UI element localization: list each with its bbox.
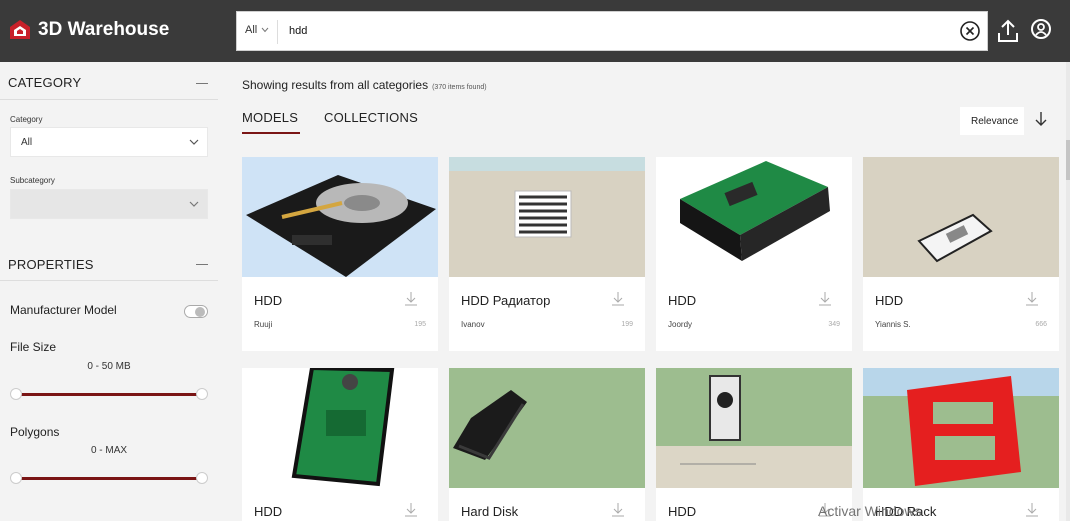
- results-summary: Showing results from all categories (370 …: [242, 78, 487, 92]
- sort-direction-arrow-icon[interactable]: [1034, 110, 1048, 128]
- download-icon[interactable]: [404, 291, 418, 307]
- model-author[interactable]: Ivanov: [461, 320, 485, 329]
- model-card[interactable]: HDD Rack: [863, 368, 1059, 521]
- model-thumbnail: [242, 368, 438, 488]
- scrollbar-thumb[interactable]: [1066, 140, 1070, 180]
- model-author[interactable]: Yiannis S.: [875, 320, 911, 329]
- page-scrollbar[interactable]: [1066, 62, 1070, 521]
- search-divider: [277, 20, 278, 44]
- model-card[interactable]: HDD Yiannis S. 666: [863, 157, 1059, 351]
- model-title[interactable]: Hard Disk: [461, 504, 518, 519]
- search-scope-value: All: [245, 24, 258, 36]
- polygons-slider-track[interactable]: [16, 477, 202, 480]
- app-name: 3D Warehouse: [38, 19, 170, 40]
- file-size-slider-track[interactable]: [16, 393, 202, 396]
- download-count: 666: [1035, 321, 1047, 328]
- subcategory-label: Subcategory: [10, 176, 55, 185]
- download-icon[interactable]: [611, 502, 625, 518]
- download-icon[interactable]: [1025, 502, 1039, 518]
- polygons-range: 0 - MAX: [90, 445, 128, 456]
- model-title[interactable]: HDD Радиатор: [461, 293, 550, 308]
- tab-models[interactable]: MODELS: [242, 110, 298, 125]
- file-size-range: 0 - 50 MB: [87, 361, 131, 372]
- model-card[interactable]: HDD Радиатор Ivanov 199: [449, 157, 645, 351]
- model-title[interactable]: HDD: [875, 293, 903, 308]
- manufacturer-model-label: Manufacturer Model: [10, 303, 117, 317]
- filter-sidebar: CATEGORY Category All Subcategory PROPER…: [0, 62, 218, 521]
- search-scope-dropdown[interactable]: All: [245, 24, 269, 36]
- download-count: 349: [828, 321, 840, 328]
- results-count: (370 items found): [432, 84, 487, 91]
- file-size-max-handle[interactable]: [196, 388, 208, 400]
- category-label: Category: [10, 115, 43, 124]
- app-logo[interactable]: 3D Warehouse: [8, 18, 169, 42]
- file-size-label: File Size: [10, 340, 57, 354]
- model-thumbnail: [863, 157, 1059, 277]
- divider: [0, 99, 218, 100]
- download-count: 195: [414, 321, 426, 328]
- polygons-label: Polygons: [10, 425, 60, 439]
- model-title[interactable]: HDD: [668, 293, 696, 308]
- model-card[interactable]: HDD: [656, 368, 852, 521]
- model-thumbnail: [656, 157, 852, 277]
- collapse-properties-icon[interactable]: [196, 264, 208, 265]
- model-thumbnail: [656, 368, 852, 488]
- model-card[interactable]: HDD Ruuji 195: [242, 157, 438, 351]
- model-card[interactable]: HDD: [242, 368, 438, 521]
- download-icon[interactable]: [611, 291, 625, 307]
- search-bar: All hdd: [236, 11, 988, 51]
- model-title[interactable]: HDD: [254, 293, 282, 308]
- model-card[interactable]: HDD Joordy 349: [656, 157, 852, 351]
- model-author[interactable]: Ruuji: [254, 320, 272, 329]
- account-icon[interactable]: [1030, 18, 1052, 40]
- model-author[interactable]: Joordy: [668, 320, 692, 329]
- windows-activation-watermark: Activar Windows: [818, 503, 922, 519]
- category-heading: CATEGORY: [8, 75, 82, 90]
- download-count: 199: [621, 321, 633, 328]
- upload-icon[interactable]: [996, 18, 1020, 44]
- file-size-min-handle[interactable]: [10, 388, 22, 400]
- model-thumbnail: [449, 157, 645, 277]
- tab-collections[interactable]: COLLECTIONS: [324, 110, 418, 125]
- properties-heading: PROPERTIES: [8, 257, 94, 272]
- model-thumbnail: [863, 368, 1059, 488]
- polygons-max-handle[interactable]: [196, 472, 208, 484]
- chevron-down-icon: [189, 201, 199, 207]
- manufacturer-model-toggle[interactable]: [184, 305, 208, 318]
- active-tab-indicator: [242, 132, 300, 134]
- category-select[interactable]: All: [10, 127, 208, 157]
- chevron-down-icon: [189, 139, 199, 145]
- model-card[interactable]: Hard Disk: [449, 368, 645, 521]
- download-icon[interactable]: [1025, 291, 1039, 307]
- chevron-down-icon: [261, 27, 269, 33]
- subcategory-select[interactable]: [10, 189, 208, 219]
- toggle-knob: [195, 307, 205, 317]
- download-icon[interactable]: [818, 291, 832, 307]
- sort-dropdown[interactable]: Relevance: [960, 107, 1024, 135]
- polygons-min-handle[interactable]: [10, 472, 22, 484]
- search-input[interactable]: hdd: [289, 25, 307, 37]
- category-select-value: All: [21, 137, 33, 148]
- warehouse-logo-icon: [10, 20, 30, 39]
- top-bar: 3D Warehouse All hdd: [0, 0, 1070, 62]
- model-thumbnail: [242, 157, 438, 277]
- divider: [0, 280, 218, 281]
- model-title[interactable]: HDD: [668, 504, 696, 519]
- model-title[interactable]: HDD: [254, 504, 282, 519]
- collapse-category-icon[interactable]: [196, 83, 208, 84]
- download-icon[interactable]: [404, 502, 418, 518]
- clear-search-icon[interactable]: [959, 20, 981, 42]
- model-thumbnail: [449, 368, 645, 488]
- results-heading: Showing results from all categories: [242, 78, 429, 92]
